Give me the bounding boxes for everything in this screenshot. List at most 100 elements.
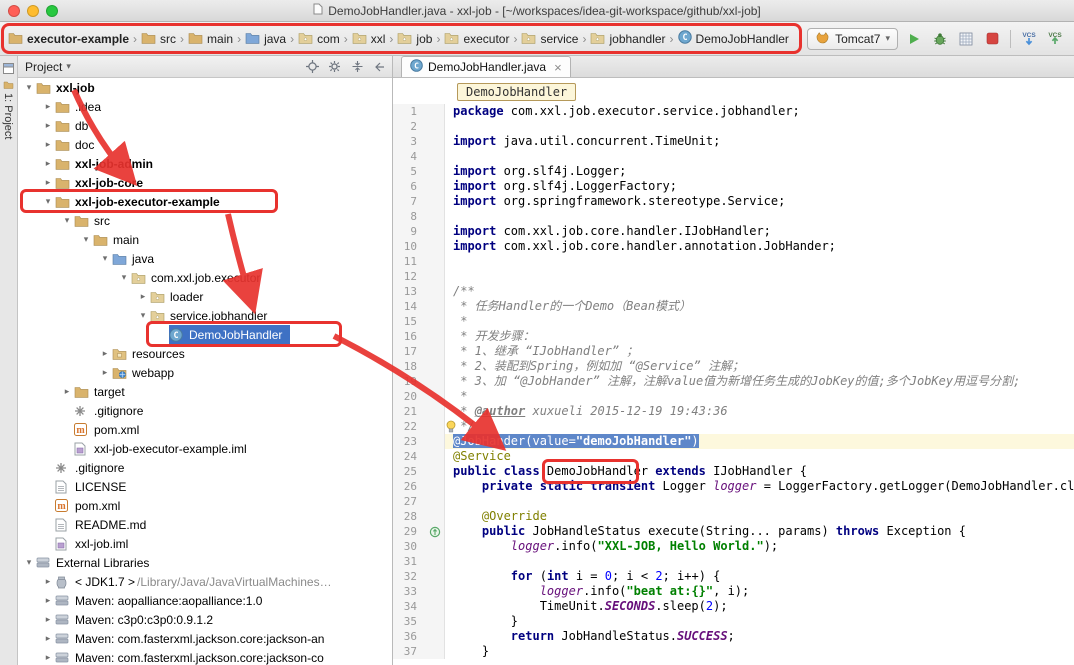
expanded-arrow-icon[interactable]: ▾ [136, 310, 150, 321]
expanded-arrow-icon[interactable]: ▾ [117, 272, 131, 283]
code-line-16[interactable]: 16 * 开发步骤： [393, 329, 1074, 344]
code-line-22[interactable]: 22 */ [393, 419, 1074, 434]
tree-item-readme-md[interactable]: README.md [18, 515, 392, 534]
tree-item-xxl-job-iml[interactable]: xxl-job.iml [18, 534, 392, 553]
collapsed-arrow-icon[interactable]: ▸ [98, 367, 112, 378]
collapsed-arrow-icon[interactable]: ▸ [41, 101, 55, 112]
expanded-arrow-icon[interactable]: ▾ [22, 557, 36, 568]
code-line-6[interactable]: 6import org.slf4j.LoggerFactory; [393, 179, 1074, 194]
expanded-arrow-icon[interactable]: ▾ [22, 82, 36, 93]
collapsed-arrow-icon[interactable]: ▸ [41, 576, 55, 587]
tree-item-xxl-job-admin[interactable]: ▸xxl-job-admin [18, 154, 392, 173]
collapsed-arrow-icon[interactable]: ▸ [41, 158, 55, 169]
breadcrumb-item-demojobhandler[interactable]: CDemoJobHandler [676, 28, 791, 49]
collapsed-arrow-icon[interactable]: ▸ [41, 614, 55, 625]
collapsed-arrow-icon[interactable]: ▸ [41, 595, 55, 606]
code-line-18[interactable]: 18 * 2、装配到Spring，例如加 “@Service” 注解； [393, 359, 1074, 374]
code-line-2[interactable]: 2 [393, 119, 1074, 134]
code-line-8[interactable]: 8 [393, 209, 1074, 224]
code-line-3[interactable]: 3import java.util.concurrent.TimeUnit; [393, 134, 1074, 149]
code-line-4[interactable]: 4 [393, 149, 1074, 164]
vcs-commit-button[interactable]: VCS [1044, 28, 1066, 50]
breadcrumb-item-job[interactable]: job [395, 29, 434, 49]
breadcrumb-item-java[interactable]: java [243, 29, 288, 49]
tree-item-idea[interactable]: ▸.idea [18, 97, 392, 116]
tree-item-xxl-job-core[interactable]: ▸xxl-job-core [18, 173, 392, 192]
code-line-36[interactable]: 36 return JobHandleStatus.SUCCESS; [393, 629, 1074, 644]
tree-item-gitignore[interactable]: .gitignore [18, 401, 392, 420]
tree-item-maven-c3p0-c3p0-0-9-1-2[interactable]: ▸Maven: c3p0:c3p0:0.9.1.2 [18, 610, 392, 629]
breadcrumb-item-jobhandler[interactable]: jobhandler [588, 29, 667, 49]
tree-item-pom-xml[interactable]: mpom.xml [18, 420, 392, 439]
settings-icon[interactable] [328, 60, 342, 73]
breadcrumb-item-main[interactable]: main [186, 29, 235, 49]
tree-item-xxl-job-executor-example-iml[interactable]: xxl-job-executor-example.iml [18, 439, 392, 458]
stop-button[interactable] [981, 28, 1003, 50]
close-tab-icon[interactable]: × [554, 61, 562, 74]
code-line-26[interactable]: 26 private static transient Logger logge… [393, 479, 1074, 494]
code-line-28[interactable]: 28 @Override [393, 509, 1074, 524]
breadcrumb-item-service[interactable]: service [519, 29, 580, 49]
minimize-window-button[interactable] [27, 5, 39, 17]
close-window-button[interactable] [8, 5, 20, 17]
tree-item-external-libraries[interactable]: ▾External Libraries [18, 553, 392, 572]
collapsed-arrow-icon[interactable]: ▸ [60, 386, 74, 397]
tree-item-xxl-job-executor-example[interactable]: ▾xxl-job-executor-example [18, 192, 392, 211]
code-line-5[interactable]: 5import org.slf4j.Logger; [393, 164, 1074, 179]
code-line-29[interactable]: 29 public JobHandleStatus execute(String… [393, 524, 1074, 539]
code-line-10[interactable]: 10import com.xxl.job.core.handler.annota… [393, 239, 1074, 254]
hide-panel-icon[interactable] [373, 61, 385, 73]
expanded-arrow-icon[interactable]: ▾ [98, 253, 112, 264]
expanded-arrow-icon[interactable]: ▾ [79, 234, 93, 245]
code-line-23[interactable]: 23@JobHander(value="demoJobHandler") [393, 434, 1074, 449]
collapsed-arrow-icon[interactable]: ▸ [98, 348, 112, 359]
tree-item-demojobhandler[interactable]: CDemoJobHandler [18, 325, 392, 344]
breadcrumb-item-xxl[interactable]: xxl [350, 29, 388, 49]
override-marker-icon[interactable] [425, 524, 445, 539]
tree-item-src[interactable]: ▾src [18, 211, 392, 230]
code-line-19[interactable]: 19 * 3、加 “@JobHander” 注解，注解value值为新增任务生成… [393, 374, 1074, 389]
coverage-button[interactable] [955, 28, 977, 50]
code-line-25[interactable]: 25public class DemoJobHandler extends IJ… [393, 464, 1074, 479]
code-line-20[interactable]: 20 * [393, 389, 1074, 404]
code-line-13[interactable]: 13/** [393, 284, 1074, 299]
vcs-update-button[interactable]: VCS [1018, 28, 1040, 50]
code-line-21[interactable]: 21 * @author xuxueli 2015-12-19 19:43:36 [393, 404, 1074, 419]
code-line-11[interactable]: 11 [393, 254, 1074, 269]
code-line-1[interactable]: 1package com.xxl.job.executor.service.jo… [393, 104, 1074, 119]
collapsed-arrow-icon[interactable]: ▸ [136, 291, 150, 302]
tree-item-webapp[interactable]: ▸webapp [18, 363, 392, 382]
tree-item-com-xxl-job-executor[interactable]: ▾com.xxl.job.executor [18, 268, 392, 287]
tree-item-gitignore[interactable]: .gitignore [18, 458, 392, 477]
project-tool-window-button[interactable]: 1: Project [2, 80, 14, 139]
tree-item-resources[interactable]: ▸resources [18, 344, 392, 363]
zoom-window-button[interactable] [46, 5, 58, 17]
collapsed-arrow-icon[interactable]: ▸ [41, 120, 55, 131]
code-line-30[interactable]: 30 logger.info("XXL-JOB, Hello World."); [393, 539, 1074, 554]
tree-item-jdk1-7[interactable]: ▸< JDK1.7 > /Library/Java/JavaVirtualMac… [18, 572, 392, 591]
breadcrumb-item-executor-example[interactable]: executor-example [6, 29, 131, 49]
code-line-14[interactable]: 14 * 任务Handler的一个Demo（Bean模式） [393, 299, 1074, 314]
intention-bulb-icon[interactable] [445, 420, 457, 437]
tree-item-maven-com-fasterxml-jackson-core-jackson-an[interactable]: ▸Maven: com.fasterxml.jackson.core:jacks… [18, 629, 392, 648]
code-line-27[interactable]: 27 [393, 494, 1074, 509]
code-line-37[interactable]: 37 } [393, 644, 1074, 659]
editor-tab[interactable]: C DemoJobHandler.java × [401, 56, 571, 77]
breadcrumb-item-src[interactable]: src [139, 29, 178, 49]
code-line-31[interactable]: 31 [393, 554, 1074, 569]
collapsed-arrow-icon[interactable]: ▸ [41, 177, 55, 188]
tree-item-java[interactable]: ▾java [18, 249, 392, 268]
tree-item-maven-com-fasterxml-jackson-core-jackson-co[interactable]: ▸Maven: com.fasterxml.jackson.core:jacks… [18, 648, 392, 665]
code-line-33[interactable]: 33 logger.info("beat at:{}", i); [393, 584, 1074, 599]
tree-item-xxl-job[interactable]: ▾xxl-job [18, 78, 392, 97]
code-line-17[interactable]: 17 * 1、继承 “IJobHandler” ； [393, 344, 1074, 359]
tree-item-license[interactable]: LICENSE [18, 477, 392, 496]
collapsed-arrow-icon[interactable]: ▸ [41, 652, 55, 663]
tree-item-service-jobhandler[interactable]: ▾service.jobhandler [18, 306, 392, 325]
code-line-34[interactable]: 34 TimeUnit.SECONDS.sleep(2); [393, 599, 1074, 614]
debug-button[interactable] [929, 28, 951, 50]
breadcrumb-item-executor[interactable]: executor [442, 29, 511, 49]
expanded-arrow-icon[interactable]: ▾ [41, 196, 55, 207]
run-configuration-select[interactable]: Tomcat7 ▾ [807, 28, 898, 50]
scroll-from-source-icon[interactable] [306, 60, 319, 73]
